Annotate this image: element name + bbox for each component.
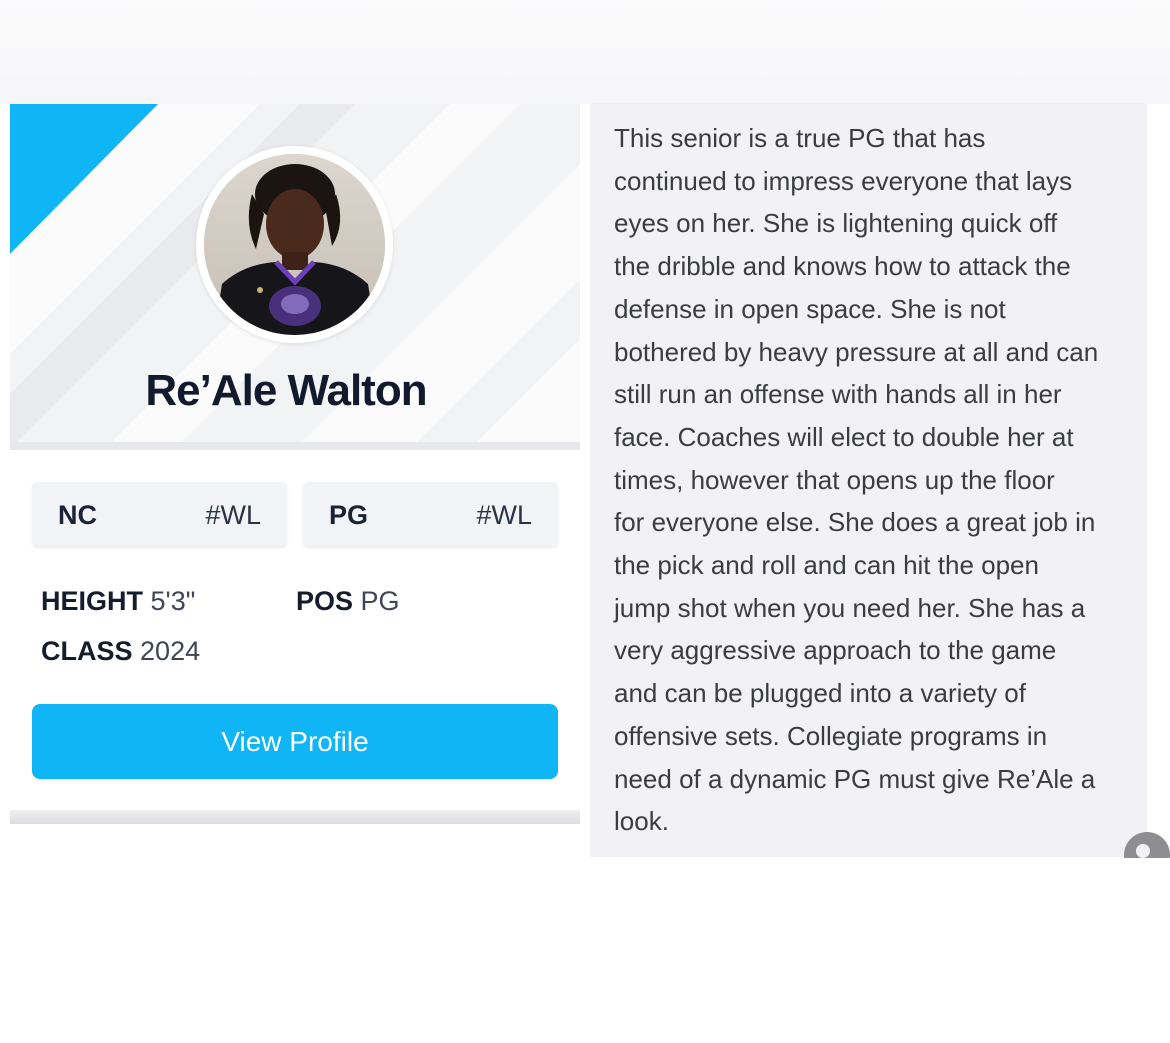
- player-description: This senior is a true PG that has contin…: [614, 123, 1099, 837]
- class-label: CLASS: [41, 636, 133, 666]
- height-stat: HEIGHT 5'3": [41, 586, 195, 617]
- height-value: 5'3": [150, 586, 196, 616]
- card-hero: Re’Ale Walton: [10, 104, 580, 442]
- class-stat: CLASS 2024: [41, 636, 200, 667]
- pos-value: PG: [360, 586, 400, 616]
- card-bottom-shadow: [10, 810, 580, 824]
- class-value: 2024: [140, 636, 201, 666]
- position-label: PG: [329, 500, 369, 530]
- top-background: [0, 0, 1170, 104]
- position-chip[interactable]: PG #WL: [303, 482, 558, 546]
- state-tag: #WL: [205, 500, 261, 530]
- description-panel: This senior is a true PG that has contin…: [590, 103, 1147, 857]
- position-tag: #WL: [476, 500, 532, 530]
- avatar-ring: [196, 146, 393, 343]
- player-card: Re’Ale Walton NC #WL PG #WL HEIGHT 5'3" …: [10, 104, 580, 810]
- corner-badge-icon[interactable]: [1124, 832, 1170, 858]
- player-name: Re’Ale Walton: [145, 366, 427, 415]
- state-label: NC: [58, 500, 97, 530]
- player-photo: [204, 154, 385, 335]
- state-chip[interactable]: NC #WL: [32, 482, 287, 546]
- height-label: HEIGHT: [41, 586, 144, 616]
- pos-label: POS: [296, 586, 354, 616]
- view-profile-button[interactable]: View Profile: [32, 704, 558, 779]
- hero-divider: [10, 442, 580, 450]
- pos-stat: POS PG: [296, 586, 400, 617]
